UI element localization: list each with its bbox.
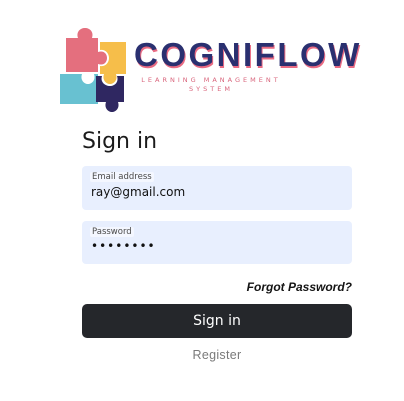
- password-input[interactable]: [91, 239, 341, 253]
- cogniflow-logo-icon: [60, 28, 126, 112]
- register-link[interactable]: Register: [0, 348, 404, 362]
- forgot-password-link[interactable]: Forgot Password?: [247, 280, 352, 294]
- password-field[interactable]: Password: [82, 221, 352, 264]
- brand-name: COGNIFLOW: [134, 36, 362, 73]
- page-title: Sign in: [82, 129, 158, 154]
- email-input[interactable]: [91, 185, 341, 199]
- brand-tagline: LEARNING MANAGEMENT SYSTEM: [141, 76, 281, 93]
- sign-in-button[interactable]: Sign in: [82, 304, 352, 338]
- puzzle-teal-piece: [60, 74, 98, 104]
- email-field-label: Email address: [90, 172, 154, 182]
- puzzle-red-piece: [66, 28, 107, 72]
- password-field-label: Password: [90, 227, 134, 237]
- email-field[interactable]: Email address: [82, 166, 352, 210]
